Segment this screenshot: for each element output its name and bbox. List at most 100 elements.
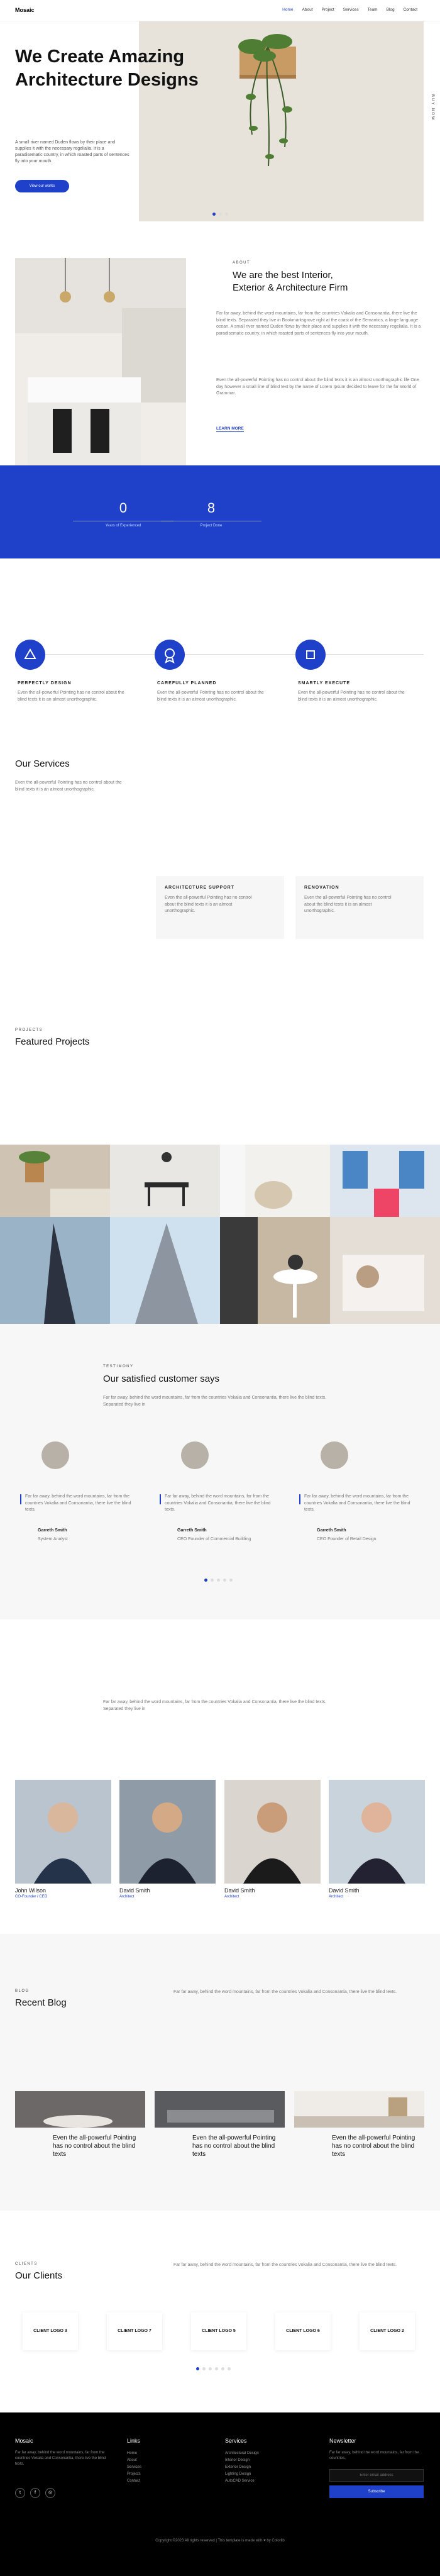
- team-photo: [15, 1780, 111, 1884]
- project-image[interactable]: [0, 1145, 110, 1217]
- about-paragraph-1: Far far away, behind the word mountains,…: [216, 311, 421, 336]
- testimonial-name-2: Garreth Smith: [177, 1528, 207, 1533]
- footer-service-link[interactable]: Architectural Design: [225, 2450, 259, 2457]
- footer-links-list: Home About Services Projects Contact: [127, 2450, 141, 2485]
- hero-slider-dots[interactable]: [212, 208, 231, 219]
- blog-post-card[interactable]: Even the all-powerful Pointing has no co…: [155, 2091, 285, 2179]
- nav-item-team[interactable]: Team: [368, 8, 378, 12]
- team-photo: [224, 1780, 321, 1884]
- footer-link[interactable]: Services: [127, 2464, 141, 2471]
- hero-text: A small river named Duden flows by their…: [15, 140, 129, 164]
- team-role: Architect: [119, 1895, 135, 1899]
- project-image[interactable]: [110, 1217, 220, 1324]
- newsletter-email-input[interactable]: [329, 2469, 424, 2482]
- project-image[interactable]: [110, 1145, 220, 1217]
- footer-link[interactable]: Contact: [127, 2478, 141, 2485]
- nav-item-home[interactable]: Home: [282, 8, 293, 12]
- team-name: John Wilson: [15, 1887, 47, 1894]
- team-member-card[interactable]: David Smith Architect: [329, 1780, 425, 1899]
- footer-link[interactable]: Home: [127, 2450, 141, 2457]
- about-title: We are the best Interior, Exterior & Arc…: [233, 270, 348, 293]
- blog-image: [155, 2091, 285, 2128]
- service-card-text: Even the all-powerful Pointing has no co…: [304, 896, 392, 913]
- testimonial-title: Our satisfied customer says: [103, 1374, 220, 1384]
- project-image[interactable]: [220, 1217, 330, 1324]
- features-divider: [15, 654, 424, 655]
- testimonial-quote-3: Far far away, behind the word mountains,…: [304, 1494, 410, 1512]
- service-card-title: ARCHITECTURE SUPPORT: [165, 886, 235, 890]
- nav-item-about[interactable]: About: [302, 8, 313, 12]
- footer-service-link[interactable]: AutoCAD Service: [225, 2478, 259, 2485]
- footer-services-list: Architectural Design Interior Design Ext…: [225, 2450, 259, 2485]
- clients-title: Our Clients: [15, 2270, 63, 2281]
- design-icon: [15, 640, 45, 670]
- quote-bar: [20, 1494, 21, 1504]
- footer-service-link[interactable]: Lighting Design: [225, 2471, 259, 2478]
- client-logo[interactable]: CLIENT LOGO 6: [275, 2312, 331, 2350]
- feature-title-2: CAREFULLY PLANNED: [157, 681, 217, 686]
- project-image[interactable]: [330, 1145, 440, 1217]
- team-photo: [119, 1780, 216, 1884]
- twitter-icon[interactable]: t: [15, 2488, 25, 2498]
- project-image[interactable]: [0, 1217, 110, 1324]
- client-logo[interactable]: CLIENT LOGO 5: [191, 2312, 246, 2350]
- nav-item-project[interactable]: Project: [322, 8, 334, 12]
- instagram-icon[interactable]: ◎: [45, 2488, 55, 2498]
- view-works-button[interactable]: View our works: [15, 180, 69, 192]
- testimonial-role-1: System Analyst: [38, 1537, 68, 1541]
- avatar: [41, 1441, 69, 1469]
- footer-link[interactable]: About: [127, 2457, 141, 2464]
- testimonial-quote-1: Far far away, behind the word mountains,…: [25, 1494, 131, 1512]
- blog-intro: Far far away, behind the word mountains,…: [173, 1990, 397, 1994]
- service-card-text: Even the all-powerful Pointing has no co…: [165, 896, 252, 913]
- footer-services-title: Services: [225, 2438, 247, 2444]
- team-member-card[interactable]: David Smith Architect: [119, 1780, 216, 1899]
- footer-about-text: Far far away, behind the word mountains,…: [15, 2451, 106, 2466]
- logo[interactable]: Mosaic: [15, 7, 35, 13]
- team-member-card[interactable]: David Smith Architect: [224, 1780, 321, 1899]
- footer-service-link[interactable]: Exterior Design: [225, 2464, 259, 2471]
- facebook-icon[interactable]: f: [30, 2488, 40, 2498]
- nav-item-services[interactable]: Services: [343, 8, 359, 12]
- clients-dots[interactable]: [196, 2362, 234, 2373]
- service-card-renovation[interactable]: RENOVATION Even the all-powerful Pointin…: [295, 876, 424, 939]
- hero-title: We Create Amazing Architecture Designs: [15, 47, 199, 90]
- testimonial-dots[interactable]: [204, 1574, 236, 1585]
- client-logo[interactable]: CLIENT LOGO 2: [360, 2312, 415, 2350]
- counter-value-2: 8: [207, 500, 216, 516]
- team-name: David Smith: [329, 1887, 360, 1894]
- blog-title: Recent Blog: [15, 1997, 67, 2008]
- clients-kicker: CLIENTS: [15, 2262, 38, 2266]
- client-logo[interactable]: CLIENT LOGO 3: [23, 2312, 78, 2350]
- counter-label-2: Project Done: [161, 521, 261, 528]
- team-role: CO-Founder / CEO: [15, 1895, 48, 1899]
- footer-newsletter-text: Far far away, behind the word mountains,…: [329, 2451, 419, 2460]
- testimonial-quote-2: Far far away, behind the word mountains,…: [165, 1494, 271, 1512]
- nav-item-contact[interactable]: Contact: [404, 8, 417, 12]
- project-image[interactable]: [220, 1145, 330, 1217]
- team-name: David Smith: [224, 1887, 255, 1894]
- buy-now-side-label[interactable]: BUY NOW: [431, 94, 434, 121]
- blog-post-title[interactable]: Even the all-powerful Pointing has no co…: [53, 2134, 141, 2158]
- nav-item-blog[interactable]: Blog: [387, 8, 395, 12]
- footer-link[interactable]: Projects: [127, 2471, 141, 2478]
- feature-text-1: Even the all-powerful Pointing has no co…: [18, 691, 124, 702]
- navbar: Mosaic Home About Project Services Team …: [0, 0, 440, 21]
- project-image[interactable]: [330, 1217, 440, 1324]
- learn-more-link[interactable]: LEARN MORE: [216, 426, 244, 432]
- subscribe-button[interactable]: Subscribe: [329, 2485, 424, 2498]
- client-logo[interactable]: CLIENT LOGO 7: [107, 2312, 162, 2350]
- blog-post-card[interactable]: Even the all-powerful Pointing has no co…: [294, 2091, 424, 2179]
- team-member-card[interactable]: John Wilson CO-Founder / CEO: [15, 1780, 111, 1899]
- testimonial-role-3: CEO Founder of Retail Design: [317, 1537, 377, 1541]
- blog-post-title[interactable]: Even the all-powerful Pointing has no co…: [192, 2134, 280, 2158]
- services-text: Even the all-powerful Pointing has no co…: [15, 780, 122, 792]
- clients-intro: Far far away, behind the word mountains,…: [173, 2263, 397, 2267]
- footer-service-link[interactable]: Interior Design: [225, 2457, 259, 2464]
- copyright: Copyright ©2023 All rights reserved | Th…: [155, 2539, 285, 2543]
- team-role: Architect: [224, 1895, 239, 1899]
- blog-post-title[interactable]: Even the all-powerful Pointing has no co…: [332, 2134, 420, 2158]
- blog-post-card[interactable]: Even the all-powerful Pointing has no co…: [15, 2091, 145, 2179]
- service-card-architecture[interactable]: ARCHITECTURE SUPPORT Even the all-powerf…: [156, 876, 284, 939]
- blog-image: [15, 2091, 145, 2128]
